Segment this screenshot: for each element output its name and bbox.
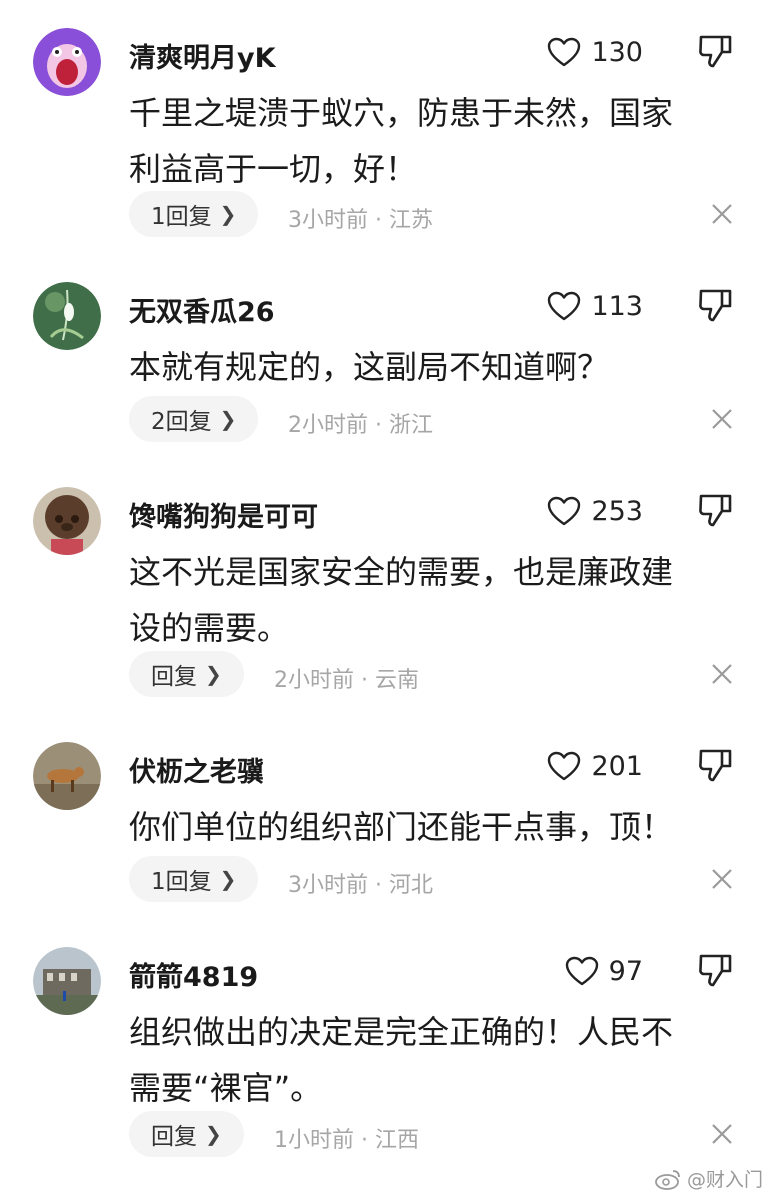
avatar[interactable] bbox=[33, 28, 101, 96]
reply-button[interactable]: 1回复 ❯ bbox=[129, 856, 259, 902]
heart-outline-icon bbox=[548, 751, 581, 781]
username[interactable]: 清爽明月yK bbox=[129, 36, 276, 75]
watermark-text: @财入门 bbox=[686, 1169, 763, 1191]
reply-button[interactable]: 1回复 ❯ bbox=[129, 191, 259, 237]
reply-button[interactable]: 2回复 ❯ bbox=[129, 396, 259, 442]
chevron-right-icon: ❯ bbox=[219, 407, 237, 431]
heart-outline-icon bbox=[548, 496, 581, 526]
chevron-right-icon: ❯ bbox=[219, 202, 237, 226]
avatar[interactable] bbox=[33, 742, 101, 810]
like-count: 113 bbox=[591, 290, 643, 322]
chevron-right-icon: ❯ bbox=[205, 662, 222, 686]
time-location: 2小时前 · 浙江 bbox=[288, 413, 433, 438]
avatar[interactable] bbox=[33, 947, 101, 1015]
like-button[interactable]: 113 bbox=[547, 286, 643, 326]
like-button[interactable]: 97 bbox=[565, 951, 643, 991]
time-location: 3小时前 · 河北 bbox=[288, 873, 433, 898]
thumbs-down-icon[interactable] bbox=[697, 33, 733, 69]
like-count: 201 bbox=[591, 750, 643, 782]
close-icon[interactable] bbox=[710, 867, 734, 891]
like-button[interactable]: 130 bbox=[547, 32, 643, 72]
close-icon[interactable] bbox=[710, 662, 734, 686]
username[interactable]: 箭箭4819 bbox=[129, 955, 258, 994]
chevron-right-icon: ❯ bbox=[205, 1122, 222, 1146]
like-count: 97 bbox=[608, 955, 643, 987]
comment-text: 组织做出的决定是完全正确的！人民不 需要“裸官”。 bbox=[129, 1013, 674, 1107]
heart-outline-icon bbox=[548, 37, 581, 67]
like-button[interactable]: 253 bbox=[547, 491, 643, 531]
close-icon[interactable] bbox=[710, 407, 734, 431]
time-location: 1小时前 · 江西 bbox=[274, 1128, 419, 1153]
chevron-right-icon: ❯ bbox=[219, 867, 237, 891]
like-count: 253 bbox=[591, 495, 643, 527]
comment-text: 这不光是国家安全的需要，也是廉政建 设的需要。 bbox=[129, 553, 674, 647]
comment-text: 千里之堤溃于蚁穴，防患于未然，国家 利益高于一切，好！ bbox=[129, 94, 674, 188]
thumbs-down-icon[interactable] bbox=[697, 747, 733, 783]
weibo-logo-icon bbox=[655, 1169, 680, 1190]
username[interactable]: 无双香瓜26 bbox=[129, 290, 275, 329]
time-location: 2小时前 · 云南 bbox=[274, 668, 419, 693]
heart-outline-icon bbox=[565, 956, 598, 986]
watermark: @财入门 bbox=[655, 1165, 763, 1192]
avatar[interactable] bbox=[33, 282, 101, 350]
time-location: 3小时前 · 江苏 bbox=[288, 208, 433, 233]
username[interactable]: 伏枥之老骥 bbox=[129, 750, 264, 789]
comment-text: 本就有规定的，这副局不知道啊？ bbox=[129, 348, 610, 386]
avatar[interactable] bbox=[33, 487, 101, 555]
thumbs-down-icon[interactable] bbox=[697, 952, 733, 988]
thumbs-down-icon[interactable] bbox=[697, 492, 733, 528]
reply-button[interactable]: 回复 ❯ bbox=[129, 651, 244, 697]
heart-outline-icon bbox=[548, 291, 581, 321]
comment-text: 你们单位的组织部门还能干点事，顶！ bbox=[129, 808, 674, 846]
thumbs-down-icon[interactable] bbox=[697, 287, 733, 323]
username[interactable]: 馋嘴狗狗是可可 bbox=[129, 495, 318, 534]
close-icon[interactable] bbox=[710, 1122, 734, 1146]
close-icon[interactable] bbox=[710, 202, 734, 226]
like-button[interactable]: 201 bbox=[547, 746, 643, 786]
reply-button[interactable]: 回复 ❯ bbox=[129, 1111, 244, 1157]
like-count: 130 bbox=[591, 36, 643, 68]
